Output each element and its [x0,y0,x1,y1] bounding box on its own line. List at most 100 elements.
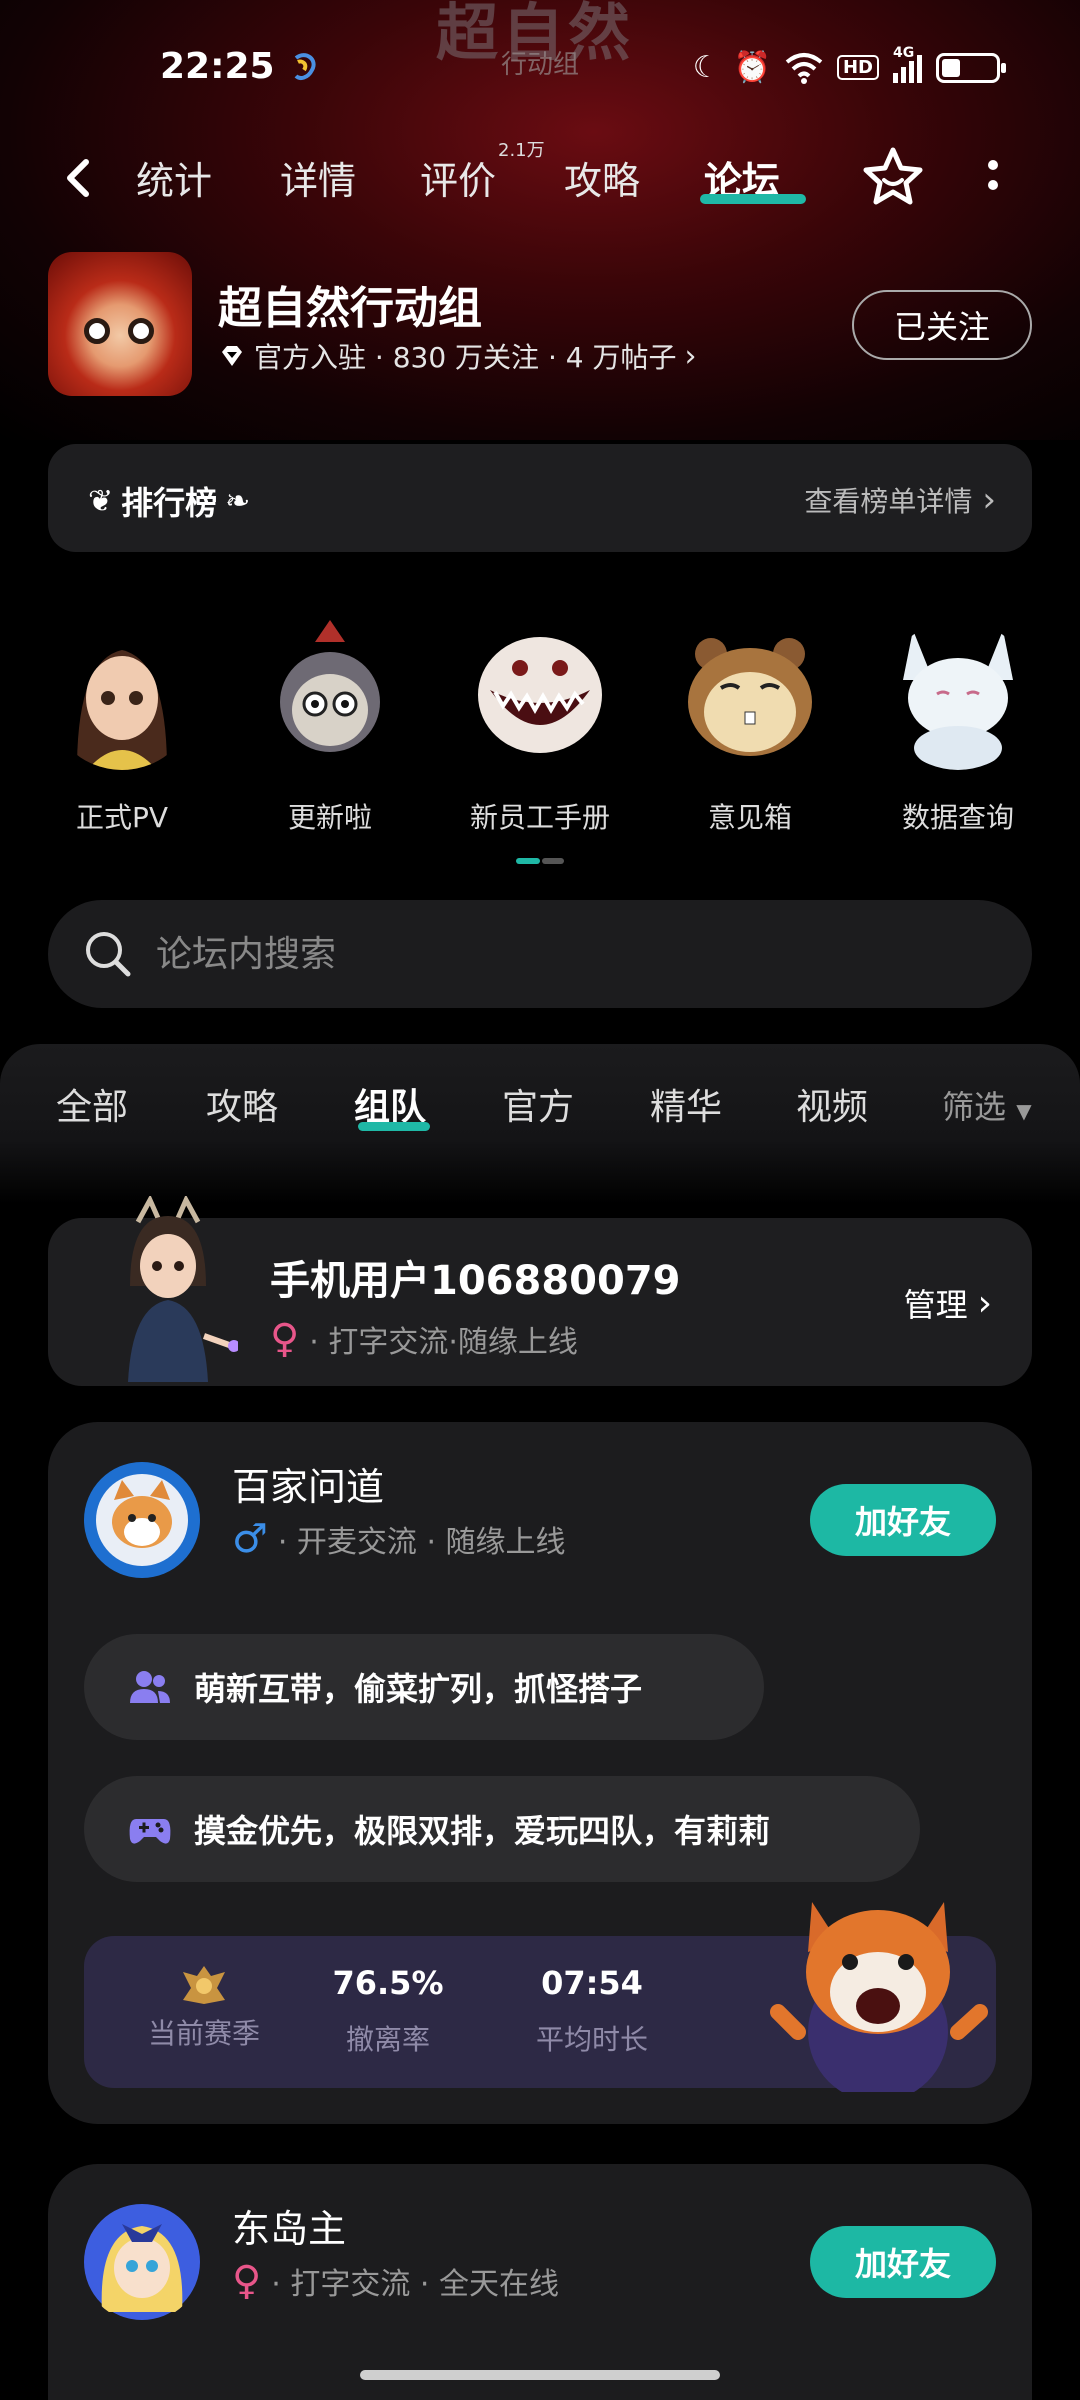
active-tab-indicator [700,194,806,204]
network-type: 4G [893,44,915,61]
stat-avg-duration: 07:54 平均时长 [512,1964,672,2058]
poster-status: ♀ · 打字交流 · 全天在线 [232,2258,559,2304]
team-post-card[interactable]: 东岛主 ♀ · 打字交流 · 全天在线 加好友 [48,2164,1032,2400]
chevron-right-icon: › [684,338,697,374]
shortcut-feedback[interactable]: 意见箱 [660,620,840,836]
stat-value: 07:54 [541,1964,643,2002]
monster-character-icon [478,637,602,753]
alarm-icon: ⏰ [733,50,771,85]
tab-guides[interactable]: 攻略 [564,150,640,205]
battery-icon [936,52,1006,83]
doll-character-icon [280,620,380,752]
my-username: 手机用户106880079 [270,1258,681,1304]
more-options-icon[interactable] [986,160,1000,200]
shortcut-label: 新员工手册 [469,801,610,834]
ranking-details-link[interactable]: 查看榜单详情 › [804,480,996,520]
shortcut-handbook[interactable]: 新员工手册 [450,620,630,836]
tab-details[interactable]: 详情 [280,150,356,205]
gamepad-icon [129,1819,171,1844]
girl-character-icon [77,650,167,770]
game-meta-text: 官方入驻 · 830 万关注 · 4 万帖子 [254,341,677,374]
forum-search-bar[interactable] [48,900,1032,1008]
stat-evac-rate: 76.5% 撤离率 [308,1964,468,2058]
shortcut-label: 数据查询 [901,801,1014,834]
active-category-indicator [358,1122,430,1131]
chevron-right-icon: › [982,480,996,520]
status-bar: 22:25 ☾ ⏰ HD 4G [0,40,1080,96]
female-icon: ♀ [270,1316,300,1362]
add-friend-button[interactable]: 加好友 [810,1484,996,1556]
female-icon: ♀ [232,2258,262,2304]
back-arrow-icon[interactable] [58,156,98,200]
signal-icon: 4G [893,45,922,83]
shortcut-label: 更新啦 [287,801,372,834]
stat-value: 76.5% [332,1964,444,2002]
home-indicator[interactable] [360,2370,720,2380]
laurel-left-icon: ❦ [88,483,114,519]
add-friend-button[interactable]: 加好友 [810,2226,996,2298]
tab-reviews[interactable]: 评价 [420,150,496,205]
poster-status: ♂ · 开麦交流 · 随缘上线 [232,1516,566,1562]
reviews-count-badge: 2.1万 [498,140,545,161]
category-tab-featured[interactable]: 精华 [650,1078,722,1130]
play-style-bubble: 摸金优先，极限双排，爱玩四队，有莉莉 [84,1776,920,1882]
game-title: 超自然行动组 [218,283,482,334]
game-app-icon [48,252,192,396]
game-meta[interactable]: 官方入驻 · 830 万关注 · 4 万帖子 › [218,336,696,376]
ranking-banner[interactable]: ❦ 排行榜 ❧ 查看榜单详情 › [48,444,1032,552]
shortcut-label: 意见箱 [707,801,792,834]
play-style-text: 摸金优先，极限双排，爱玩四队，有莉莉 [194,1812,771,1850]
shortcut-update[interactable]: 更新啦 [240,620,420,836]
stat-label: 当前赛季 [147,2017,260,2050]
manage-button[interactable]: 管理 › [904,1280,992,1326]
wifi-icon [785,52,823,84]
stat-label: 撤离率 [345,2023,430,2056]
stat-season: 当前赛季 [124,1964,284,2052]
shortcut-official-pv[interactable]: 正式PV [32,620,212,836]
rank-badge-icon [183,1966,225,2004]
caret-down-icon: ▼ [1016,1099,1032,1123]
laurel-right-icon: ❧ [225,483,251,519]
poster-name[interactable]: 东岛主 [232,2198,346,2253]
fox-character-icon [903,630,1013,770]
category-tab-video[interactable]: 视频 [796,1078,868,1130]
hd-badge: HD [836,55,879,80]
shortcut-data-query[interactable]: 数据查询 [868,620,1048,836]
filter-dropdown[interactable]: 筛选 ▼ [942,1082,1032,1128]
my-team-card: 手机用户106880079 ♀ · 打字交流·随缘上线 管理 › [48,1196,1032,1386]
search-input[interactable] [156,930,956,978]
team-tag-bubble: 萌新互带，偷菜扩列，抓怪搭子 [84,1634,764,1740]
my-status-text: · 打字交流·随缘上线 [309,1325,578,1360]
tab-stats[interactable]: 统计 [136,150,212,205]
stat-label: 平均时长 [535,2023,648,2056]
verified-diamond-icon [222,346,242,366]
users-icon [130,1671,170,1703]
anime-girl-avatar [84,2204,200,2320]
poster-name[interactable]: 百家问道 [232,1456,384,1511]
my-character-avatar [128,1196,238,1382]
status-time: 22:25 [160,46,275,87]
male-icon: ♂ [232,1516,268,1562]
ranking-title-text: 排行榜 [121,484,218,522]
shortcut-row: 正式PV 更新啦 新员工手册 意见箱 数据查询 [0,620,1080,870]
chevron-right-icon: › [977,1282,992,1324]
poster-status-text: · 开麦交流 · 随缘上线 [277,1525,566,1560]
filter-label: 筛选 [942,1088,1007,1126]
shiba-avatar [84,1462,200,1578]
red-panda-mascot-icon [770,1902,988,2092]
category-tab-guides[interactable]: 攻略 [206,1078,278,1130]
my-status: ♀ · 打字交流·随缘上线 [270,1316,578,1362]
hamster-character-icon [688,638,812,756]
star-favorite-icon[interactable] [860,144,926,210]
ranking-link-text: 查看榜单详情 [804,485,973,518]
carousel-pager [516,858,564,864]
category-tab-all[interactable]: 全部 [56,1078,128,1130]
app-notification-icon [294,53,316,80]
category-tabs: 全部 攻略 组队 官方 精华 视频 筛选 ▼ [0,1044,1080,1204]
follow-button[interactable]: 已关注 [852,290,1032,360]
manage-label: 管理 [903,1286,968,1324]
search-icon [86,932,131,977]
ranking-title: ❦ 排行榜 ❧ [88,478,250,524]
team-post-card[interactable]: 百家问道 ♂ · 开麦交流 · 随缘上线 加好友 萌新互带，偷菜扩列，抓怪搭子 … [48,1422,1032,2124]
category-tab-official[interactable]: 官方 [502,1078,574,1130]
